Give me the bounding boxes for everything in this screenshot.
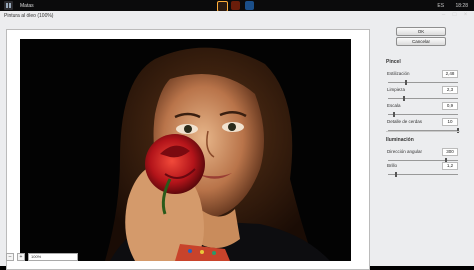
slider-track[interactable] [388, 82, 458, 83]
param-label: Brillo [387, 163, 398, 168]
language-indicator[interactable]: ES [437, 3, 444, 9]
slider-track[interactable] [388, 98, 458, 99]
clock: 18:28 [455, 3, 468, 9]
close-icon[interactable]: × [461, 11, 470, 20]
settings-panel: OK Cancelar Pincel Estilización 2,48 Lim… [382, 25, 464, 265]
param-value-field[interactable]: 0,9 [442, 102, 458, 110]
firefox-task-icon[interactable] [231, 1, 240, 10]
param-value-field[interactable]: 10 [442, 118, 458, 126]
taskbar: Matas ES 18:28 [0, 0, 474, 12]
slider-track[interactable] [388, 160, 458, 161]
param-bristle-detail: Detalle de cerdas 10 [386, 118, 460, 137]
param-value-field[interactable]: 2,3 [442, 86, 458, 94]
maximize-icon[interactable]: □ [450, 11, 459, 20]
app-title: Matas [20, 3, 34, 9]
section-divider [386, 131, 460, 132]
media-task-icon[interactable] [245, 1, 254, 10]
param-label: Estilización [387, 71, 410, 76]
zoom-field[interactable]: 100% [28, 252, 78, 261]
param-label: Limpieza [387, 87, 406, 92]
slider-track[interactable] [388, 174, 458, 175]
minimize-icon[interactable]: – [439, 11, 448, 20]
dialog-title: Pintura al óleo (100%) [4, 13, 54, 19]
vertical-scrollbar[interactable] [364, 34, 368, 260]
zoom-controls: – + 100% [6, 252, 78, 261]
slider-thumb[interactable] [392, 112, 395, 117]
start-icon[interactable] [4, 1, 13, 10]
slider-track[interactable] [388, 114, 458, 115]
portrait-image [20, 39, 351, 261]
slider-thumb[interactable] [403, 96, 406, 101]
ok-button[interactable]: OK [396, 27, 446, 36]
param-value-field[interactable]: 1,2 [442, 162, 458, 170]
param-value-field[interactable]: 2,48 [442, 70, 458, 78]
brush-section-title: Pincel [386, 59, 401, 65]
param-label: Detalle de cerdas [387, 119, 423, 124]
lighting-section-title: Iluminación [386, 137, 414, 143]
param-value-field[interactable]: 300 [442, 148, 458, 156]
oil-paint-dialog: Pintura al óleo (100%) – + 100% OK Cance… [0, 11, 474, 270]
preview-image[interactable] [20, 39, 351, 261]
param-label: Dirección angular [387, 149, 423, 154]
cancel-button[interactable]: Cancelar [396, 37, 446, 46]
slider-thumb[interactable] [404, 80, 407, 85]
zoom-out-button[interactable]: – [6, 252, 14, 261]
zoom-in-button[interactable]: + [17, 252, 25, 261]
param-label: Escala [387, 103, 401, 108]
preview-area [6, 29, 370, 270]
slider-thumb[interactable] [395, 172, 398, 177]
param-shine: Brillo 1,2 [386, 162, 460, 181]
system-tray: ES 18:28 [427, 3, 468, 9]
